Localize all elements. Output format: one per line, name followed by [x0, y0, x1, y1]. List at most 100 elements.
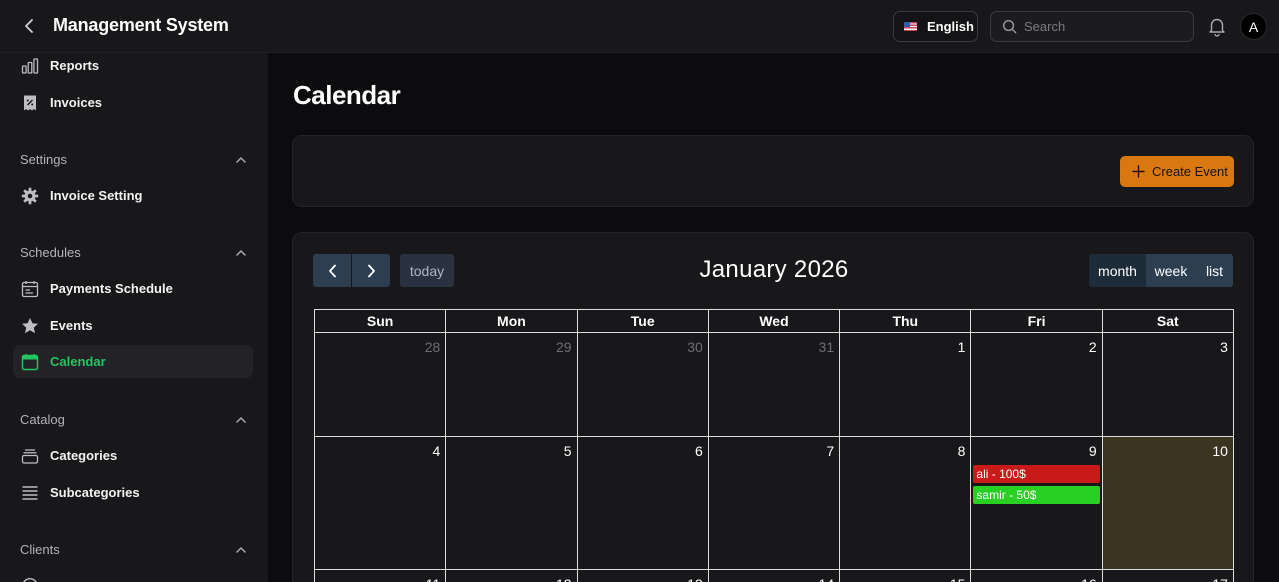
day-number: 1: [957, 339, 966, 355]
day-cell[interactable]: 31: [708, 333, 841, 437]
week-row: 4 5 6 7 8 9 ali - 100$ samir - 50$ 10: [314, 437, 1234, 570]
sidebar-item-label: Subcategories: [50, 485, 140, 500]
notifications-button[interactable]: [1206, 15, 1228, 37]
app-title: Management System: [53, 15, 229, 35]
sidebar-item-events[interactable]: Events: [13, 309, 253, 342]
day-cell[interactable]: 16: [971, 570, 1103, 582]
sidebar-item-payments-schedule[interactable]: Payments Schedule: [13, 272, 253, 305]
bar-chart-icon: [21, 57, 39, 75]
day-number: 6: [695, 443, 703, 459]
group-settings-header[interactable]: Settings: [20, 149, 246, 169]
day-number: 3: [1220, 339, 1228, 355]
back-button[interactable]: [18, 14, 40, 38]
day-number: 5: [563, 443, 572, 459]
create-event-button[interactable]: Create Event: [1120, 156, 1234, 187]
sidebar-item-label: Invoice Setting: [50, 188, 143, 203]
view-week-button[interactable]: week: [1146, 254, 1196, 287]
calendar-icon: [21, 353, 39, 371]
search-box: [990, 11, 1194, 42]
day-cell[interactable]: 28: [315, 333, 447, 437]
day-number: 28: [424, 339, 441, 355]
day-of-week-tue: Tue: [577, 310, 709, 333]
sidebar-item-label: Calendar: [50, 354, 106, 369]
day-cell[interactable]: 7: [708, 437, 841, 570]
group-catalog-header[interactable]: Catalog: [20, 409, 246, 429]
calendar-list-icon: [21, 280, 39, 298]
group-title: Clients: [20, 541, 60, 557]
day-cell[interactable]: 4: [315, 437, 447, 570]
day-of-week-thu: Thu: [840, 310, 972, 333]
view-month-button[interactable]: month: [1089, 254, 1146, 287]
sidebar-item-label: Categories: [50, 448, 118, 463]
sidebar-item-invoices[interactable]: Invoices: [13, 86, 253, 119]
day-number: 9: [1088, 443, 1097, 459]
sidebar-item-label: Events: [50, 318, 93, 333]
day-number: 16: [1081, 576, 1097, 582]
day-number: 10: [1212, 443, 1228, 459]
day-cell[interactable]: 29: [446, 333, 578, 437]
view-switcher: month week list: [1089, 254, 1233, 287]
sidebar-item-reports[interactable]: Reports: [13, 49, 253, 82]
search-input[interactable]: [1024, 19, 1184, 34]
day-number: 4: [432, 443, 441, 459]
receipt-icon: [21, 94, 39, 112]
page-title: Calendar: [293, 80, 401, 110]
calendar-card: today January 2026 month week list Sun Mo…: [292, 232, 1254, 582]
day-cell[interactable]: 8: [840, 437, 972, 570]
day-of-week-header: Sun Mon Tue Wed Thu Fri Sat: [314, 309, 1234, 333]
day-cell[interactable]: 3: [1102, 333, 1234, 437]
bell-icon: [1209, 18, 1225, 37]
day-cell[interactable]: 9 ali - 100$ samir - 50$: [971, 437, 1103, 570]
sidebar-item-subcategories[interactable]: Subcategories: [13, 476, 253, 509]
day-number: 2: [1088, 339, 1097, 355]
day-of-week-wed: Wed: [708, 310, 841, 333]
day-of-week-sat: Sat: [1102, 310, 1234, 333]
sidebar-item-calendar[interactable]: Calendar: [13, 345, 253, 378]
sidebar-item-label: Payments Schedule: [50, 281, 173, 296]
search-icon: [1002, 19, 1017, 34]
day-cell[interactable]: 14: [709, 570, 841, 582]
week-row: 11 12 13 14 15 16 17: [314, 570, 1234, 582]
sidebar-item-invoice-setting[interactable]: Invoice Setting: [13, 179, 253, 212]
language-label: English: [927, 19, 974, 34]
sidebar-item-clients-partial[interactable]: [13, 569, 253, 582]
create-event-label: Create Event: [1152, 164, 1228, 179]
day-cell[interactable]: 6: [577, 437, 709, 570]
chevron-up-icon: [236, 546, 246, 553]
group-schedules-header[interactable]: Schedules: [20, 242, 246, 262]
day-cell[interactable]: 13: [578, 570, 709, 582]
day-of-week-mon: Mon: [446, 310, 578, 333]
sidebar-item-categories[interactable]: Categories: [13, 439, 253, 472]
gear-icon: [21, 187, 39, 205]
calendar-event[interactable]: samir - 50$: [973, 486, 1100, 504]
calendar-weeks: 28 29 30 31 1 2 3 4 5 6 7 8 9 ali - 100$ samir - 50$ 10…: [314, 333, 1234, 582]
group-title: Schedules: [20, 244, 81, 260]
calendar-grid: Sun Mon Tue Wed Thu Fri Sat 28 29 30 31 1 2 3 4 5 6 7 8 9 a…: [314, 309, 1234, 582]
day-cell[interactable]: 2: [971, 333, 1103, 437]
day-cell[interactable]: 10: [1102, 437, 1234, 570]
user-avatar[interactable]: A: [1240, 13, 1267, 40]
group-title: Settings: [20, 151, 67, 167]
day-cell[interactable]: 15: [840, 570, 972, 582]
day-cell[interactable]: 1: [840, 333, 972, 437]
us-flag-icon: [904, 22, 917, 31]
calendar-event[interactable]: ali - 100$: [973, 465, 1100, 483]
language-selector[interactable]: English: [893, 11, 978, 42]
day-number: 13: [687, 576, 703, 582]
week-row: 28 29 30 31 1 2 3: [314, 333, 1234, 437]
chevron-left-icon: [25, 19, 33, 33]
day-number: 30: [687, 339, 703, 355]
list-icon: [21, 484, 39, 502]
user-icon: [21, 577, 39, 582]
chevron-up-icon: [236, 156, 246, 163]
day-number: 17: [1212, 576, 1228, 582]
day-cell[interactable]: 30: [577, 333, 709, 437]
day-cell[interactable]: 17: [1103, 570, 1234, 582]
sidebar-item-label: Invoices: [50, 95, 103, 110]
day-cell[interactable]: 12: [446, 570, 578, 582]
day-cell[interactable]: 11: [315, 570, 447, 582]
group-title: Catalog: [20, 411, 65, 427]
view-list-button[interactable]: list: [1196, 254, 1233, 287]
day-cell[interactable]: 5: [446, 437, 578, 570]
group-clients-header[interactable]: Clients: [20, 539, 246, 559]
